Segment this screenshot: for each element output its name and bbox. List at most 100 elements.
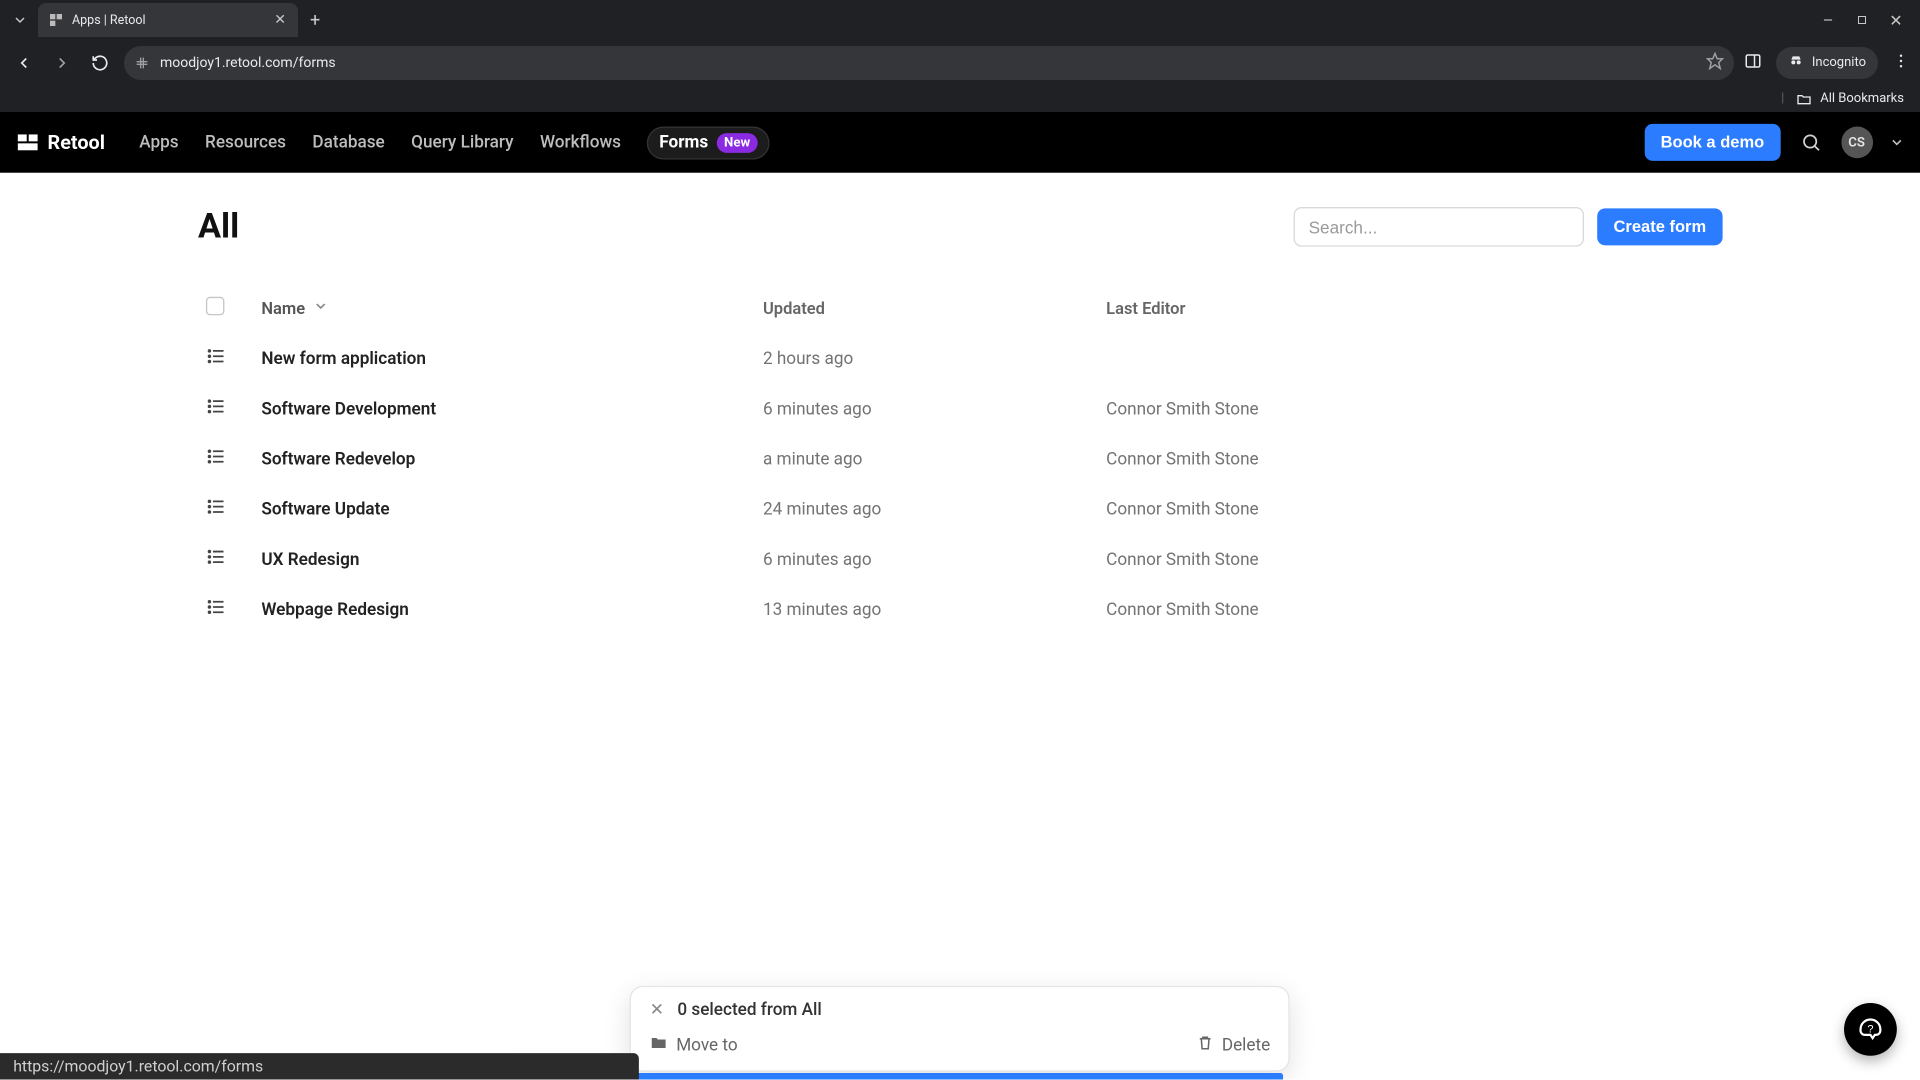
- address-bar[interactable]: moodjoy1.retool.com/forms: [124, 46, 1734, 80]
- tab-close-icon[interactable]: ✕: [272, 12, 288, 28]
- row-name: Software Redevelop: [261, 449, 763, 469]
- col-editor-header[interactable]: Last Editor: [1106, 299, 1449, 319]
- row-editor: Connor Smith Stone: [1106, 499, 1449, 519]
- selection-bar: ✕ 0 selected from All Move to Delete: [630, 986, 1290, 1072]
- table-row[interactable]: Webpage Redesign13 minutes agoConnor Smi…: [198, 585, 1722, 635]
- row-name: UX Redesign: [261, 550, 763, 570]
- row-updated: 13 minutes ago: [763, 600, 1106, 620]
- search-input[interactable]: [1294, 207, 1584, 247]
- selection-top: ✕ 0 selected from All: [650, 1001, 1270, 1021]
- url-text: moodjoy1.retool.com/forms: [160, 55, 1696, 71]
- folder-icon: [1796, 91, 1812, 107]
- row-editor: Connor Smith Stone: [1106, 399, 1449, 419]
- nav-workflows[interactable]: Workflows: [540, 132, 621, 152]
- page-head-right: Create form: [1294, 207, 1722, 247]
- delete-label: Delete: [1222, 1036, 1270, 1056]
- brand-text: Retool: [48, 130, 105, 154]
- page-title: All: [198, 207, 239, 247]
- col-name-label: Name: [261, 299, 305, 319]
- row-name: New form application: [261, 349, 763, 369]
- reload-button[interactable]: [86, 49, 114, 77]
- forms-table: Name Updated Last Editor New form applic…: [198, 284, 1722, 635]
- table-row[interactable]: UX Redesign6 minutes agoConnor Smith Sto…: [198, 534, 1722, 584]
- close-window-icon[interactable]: ✕: [1888, 12, 1904, 28]
- bottom-accent-strip: [637, 1073, 1284, 1080]
- app-topbar: Retool Apps Resources Database Query Lib…: [0, 112, 1920, 173]
- table-row[interactable]: Software Redevelopa minute agoConnor Smi…: [198, 434, 1722, 484]
- back-button[interactable]: [10, 49, 38, 77]
- book-demo-button[interactable]: Book a demo: [1645, 124, 1780, 161]
- panel-icon[interactable]: [1744, 52, 1762, 74]
- brand[interactable]: Retool: [16, 130, 105, 154]
- table-row[interactable]: Software Development6 minutes agoConnor …: [198, 384, 1722, 434]
- row-updated: 24 minutes ago: [763, 499, 1106, 519]
- retool-favicon-icon: [48, 12, 64, 28]
- list-icon: [198, 396, 261, 422]
- window-controls: ✕: [1820, 12, 1920, 28]
- topbar-right: Book a demo CS: [1645, 124, 1904, 161]
- nav-query-library[interactable]: Query Library: [411, 132, 513, 152]
- list-icon: [198, 596, 261, 622]
- delete-action[interactable]: Delete: [1195, 1034, 1270, 1058]
- table-row[interactable]: New form application2 hours ago: [198, 334, 1722, 384]
- status-text: https://moodjoy1.retool.com/forms: [0, 1054, 639, 1080]
- bookmarks-divider: |: [1781, 91, 1784, 106]
- nav-resources[interactable]: Resources: [205, 132, 286, 152]
- list-icon: [198, 546, 261, 572]
- move-to-label: Move to: [676, 1036, 737, 1056]
- row-name: Webpage Redesign: [261, 600, 763, 620]
- selection-text: 0 selected from All: [677, 1001, 821, 1021]
- selection-close-icon[interactable]: ✕: [650, 1001, 664, 1021]
- row-updated: 6 minutes ago: [763, 399, 1106, 419]
- list-icon: [198, 346, 261, 372]
- nav-database[interactable]: Database: [312, 132, 384, 152]
- new-tab-button[interactable]: +: [310, 10, 320, 31]
- minimize-icon[interactable]: [1820, 12, 1836, 28]
- browser-menu-icon[interactable]: [1892, 52, 1910, 74]
- address-row: moodjoy1.retool.com/forms Incognito: [0, 40, 1920, 85]
- help-bubble[interactable]: ?: [1843, 1003, 1896, 1056]
- all-bookmarks-link[interactable]: All Bookmarks: [1820, 91, 1904, 106]
- row-editor: Connor Smith Stone: [1106, 449, 1449, 469]
- list-icon: [198, 496, 261, 522]
- row-updated: a minute ago: [763, 449, 1106, 469]
- select-all-checkbox[interactable]: [206, 297, 224, 315]
- tab-title: Apps | Retool: [72, 13, 264, 28]
- nav-forms-pill[interactable]: Forms New: [647, 126, 770, 159]
- row-name: Software Update: [261, 499, 763, 519]
- new-badge: New: [716, 132, 758, 152]
- list-icon: [198, 446, 261, 472]
- table-row[interactable]: Software Update24 minutes agoConnor Smit…: [198, 484, 1722, 534]
- incognito-pill[interactable]: Incognito: [1776, 47, 1878, 79]
- help-icon: ?: [1857, 1017, 1883, 1043]
- browser-tab[interactable]: Apps | Retool ✕: [38, 3, 298, 37]
- nav-forms: Forms: [659, 132, 708, 152]
- trash-icon: [1195, 1034, 1213, 1058]
- avatar[interactable]: CS: [1841, 127, 1873, 159]
- table-header: Name Updated Last Editor: [198, 284, 1722, 334]
- create-form-button[interactable]: Create form: [1598, 208, 1722, 245]
- tab-dropdown-icon[interactable]: [8, 8, 32, 32]
- retool-logo-icon: [16, 130, 40, 154]
- incognito-icon: [1788, 53, 1804, 73]
- col-updated-header[interactable]: Updated: [763, 299, 1106, 319]
- move-to-action[interactable]: Move to: [650, 1034, 738, 1058]
- folder-icon: [650, 1034, 668, 1058]
- selection-actions: Move to Delete: [650, 1034, 1270, 1058]
- forward-button[interactable]: [48, 49, 76, 77]
- maximize-icon[interactable]: [1854, 12, 1870, 28]
- row-editor: Connor Smith Stone: [1106, 600, 1449, 620]
- nav-links: Apps Resources Database Query Library Wo…: [139, 126, 770, 159]
- browser-right-icons: Incognito: [1744, 47, 1910, 79]
- chevron-down-icon[interactable]: [1888, 130, 1904, 155]
- app-root: Retool Apps Resources Database Query Lib…: [0, 112, 1920, 1080]
- col-name-header[interactable]: Name: [261, 298, 763, 319]
- nav-apps[interactable]: Apps: [139, 132, 178, 152]
- browser-chrome: Apps | Retool ✕ + ✕ moodjoy1.retool.com/…: [0, 0, 1920, 112]
- select-all-cell: [198, 297, 261, 321]
- page-head: All Create form: [198, 207, 1722, 247]
- sort-caret-icon: [313, 298, 329, 319]
- bookmark-star-icon[interactable]: [1706, 52, 1724, 74]
- site-info-icon[interactable]: [134, 55, 150, 71]
- search-icon[interactable]: [1793, 125, 1827, 159]
